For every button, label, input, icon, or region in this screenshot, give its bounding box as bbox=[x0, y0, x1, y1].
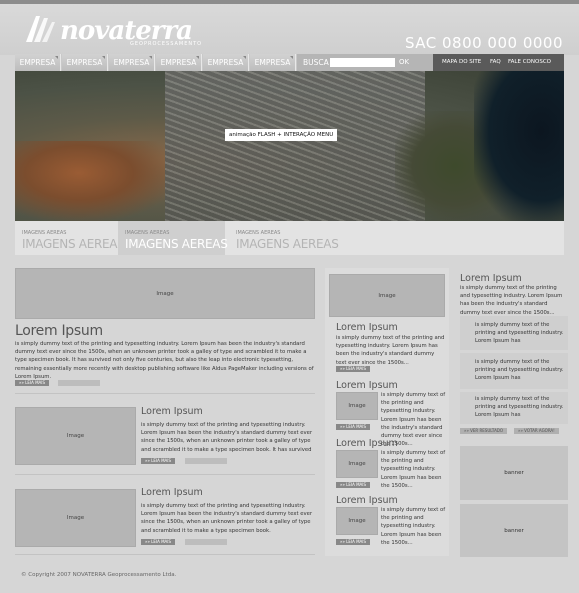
left-feature-image[interactable]: Image bbox=[15, 268, 315, 319]
divider bbox=[15, 393, 315, 394]
left-feature-button-bar bbox=[58, 380, 100, 386]
vote-now-button[interactable]: »» VOTAR AGORA! bbox=[514, 428, 559, 434]
left-item-2-read-more-button[interactable]: »» LEIA MAIS bbox=[141, 539, 176, 545]
main-nav: EMPRESA EMPRESA EMPRESA EMPRESA EMPRESA … bbox=[15, 54, 564, 71]
tab-empresa-4[interactable]: EMPRESA bbox=[156, 54, 202, 71]
middle-item-1-title: Lorem Ipsum bbox=[336, 380, 398, 391]
header: novaterra GEOPROCESSAMENTO SAC 0800 000 … bbox=[0, 4, 579, 55]
hero-water-area bbox=[474, 71, 564, 221]
right-poll-text: is simply dummy text of the printing and… bbox=[460, 285, 563, 316]
middle-feature-image[interactable]: Image bbox=[329, 274, 445, 317]
middle-feature-text: is simply dummy text of the printing and… bbox=[336, 335, 445, 366]
logo-mark-icon bbox=[26, 16, 55, 42]
subnav-item-1[interactable]: IMAGENS AEREAS IMAGENS AEREAS bbox=[15, 221, 125, 255]
right-poll-title: Lorem Ipsum bbox=[460, 273, 522, 284]
subnav-item-big: IMAGENS AEREAS bbox=[236, 237, 339, 251]
middle-item-2-read-more-button[interactable]: »» LEIA MAIS bbox=[336, 482, 371, 488]
right-option-1-text: is simply dummy text of the printing and… bbox=[475, 322, 564, 345]
left-item-1-button-bar bbox=[185, 458, 227, 464]
left-feature-text: is simply dummy text of the printing and… bbox=[15, 341, 314, 380]
logo-subtitle: GEOPROCESSAMENTO bbox=[130, 41, 203, 47]
link-faq[interactable]: FAQ bbox=[490, 54, 501, 71]
banner-2[interactable]: banner bbox=[460, 504, 568, 557]
middle-feature-read-more-button[interactable]: »» LEIA MAIS bbox=[336, 366, 371, 372]
search-label: BUSCA bbox=[303, 58, 329, 67]
hero-label: animação FLASH + INTERAÇÃO MENU bbox=[225, 129, 338, 141]
middle-item-1-read-more-button[interactable]: »» LEIA MAIS bbox=[336, 424, 371, 430]
link-mapa-do-site[interactable]: MAPA DO SITE bbox=[442, 54, 481, 71]
subnav-item-small: IMAGENS AEREAS bbox=[236, 230, 281, 236]
middle-item-2-text: is simply dummy text of the printing and… bbox=[381, 450, 446, 489]
tab-empresa-3[interactable]: EMPRESA bbox=[109, 54, 155, 71]
subnav-item-small: IMAGENS AEREAS bbox=[22, 230, 67, 236]
divider bbox=[15, 474, 315, 475]
left-item-2-button-bar bbox=[185, 539, 227, 545]
utility-nav: MAPA DO SITE FAQ FALE CONOSCO bbox=[433, 54, 564, 71]
footer-copyright: © Copyright 2007 NOVATERRA Geoprocessame… bbox=[21, 572, 177, 578]
right-option-3-text: is simply dummy text of the printing and… bbox=[475, 396, 564, 419]
subnav-item-big: IMAGENS AEREAS bbox=[22, 237, 125, 251]
left-item-1-text: is simply dummy text of the printing and… bbox=[141, 422, 313, 453]
middle-item-3-image[interactable]: Image bbox=[336, 507, 378, 535]
divider bbox=[15, 554, 315, 555]
subnav-item-2[interactable]: IMAGENS AEREAS IMAGENS AEREAS bbox=[118, 221, 228, 255]
search-ok-button[interactable]: OK bbox=[399, 54, 409, 71]
middle-item-3-title: Lorem Ipsum bbox=[336, 495, 398, 506]
banner-1[interactable]: banner bbox=[460, 446, 568, 500]
hero-city-area bbox=[165, 71, 425, 221]
link-fale-conosco[interactable]: FALE CONOSCO bbox=[508, 54, 551, 71]
right-option-2-text: is simply dummy text of the printing and… bbox=[475, 359, 564, 382]
left-item-1-read-more-button[interactable]: »» LEIA MAIS bbox=[141, 458, 176, 464]
middle-item-3-text: is simply dummy text of the printing and… bbox=[381, 507, 446, 546]
search-area: BUSCA OK bbox=[297, 54, 433, 71]
tab-empresa-6[interactable]: EMPRESA bbox=[250, 54, 296, 71]
subnav-item-small: IMAGENS AEREAS bbox=[125, 230, 170, 236]
middle-item-2-image[interactable]: Image bbox=[336, 450, 378, 478]
subnav-item-3[interactable]: IMAGENS AEREAS IMAGENS AEREAS bbox=[229, 221, 349, 255]
sac-phone: SAC 0800 000 0000 bbox=[404, 34, 563, 52]
tab-empresa-2[interactable]: EMPRESA bbox=[62, 54, 108, 71]
left-item-2-title: Lorem Ipsum bbox=[141, 487, 203, 498]
middle-item-2-title: Lorem Ipsum bbox=[336, 438, 398, 449]
hero-aerial-image[interactable]: animação FLASH + INTERAÇÃO MENU bbox=[15, 71, 564, 221]
subnav-item-big: IMAGENS AEREAS bbox=[125, 237, 228, 251]
left-item-1-title: Lorem Ipsum bbox=[141, 406, 203, 417]
tab-empresa-1[interactable]: EMPRESA bbox=[15, 54, 61, 71]
view-results-button[interactable]: »» VER RESULTADO bbox=[460, 428, 508, 434]
left-item-2-image[interactable]: Image bbox=[15, 489, 136, 547]
middle-feature-title: Lorem Ipsum bbox=[336, 322, 398, 333]
search-input[interactable] bbox=[330, 58, 395, 67]
left-feature-title: Lorem Ipsum bbox=[15, 323, 103, 339]
subnav: IMAGENS AEREAS IMAGENS AEREAS IMAGENS AE… bbox=[15, 221, 564, 255]
middle-item-1-image[interactable]: Image bbox=[336, 392, 378, 420]
tab-empresa-5[interactable]: EMPRESA bbox=[203, 54, 249, 71]
middle-item-3-read-more-button[interactable]: »» LEIA MAIS bbox=[336, 539, 371, 545]
left-feature-read-more-button[interactable]: »» LEIA MAIS bbox=[15, 380, 50, 386]
hero-soil-area bbox=[15, 141, 175, 221]
left-item-1-image[interactable]: Image bbox=[15, 407, 136, 465]
left-item-2-text: is simply dummy text of the printing and… bbox=[141, 503, 313, 534]
logo[interactable]: novaterra GEOPROCESSAMENTO bbox=[22, 12, 201, 50]
